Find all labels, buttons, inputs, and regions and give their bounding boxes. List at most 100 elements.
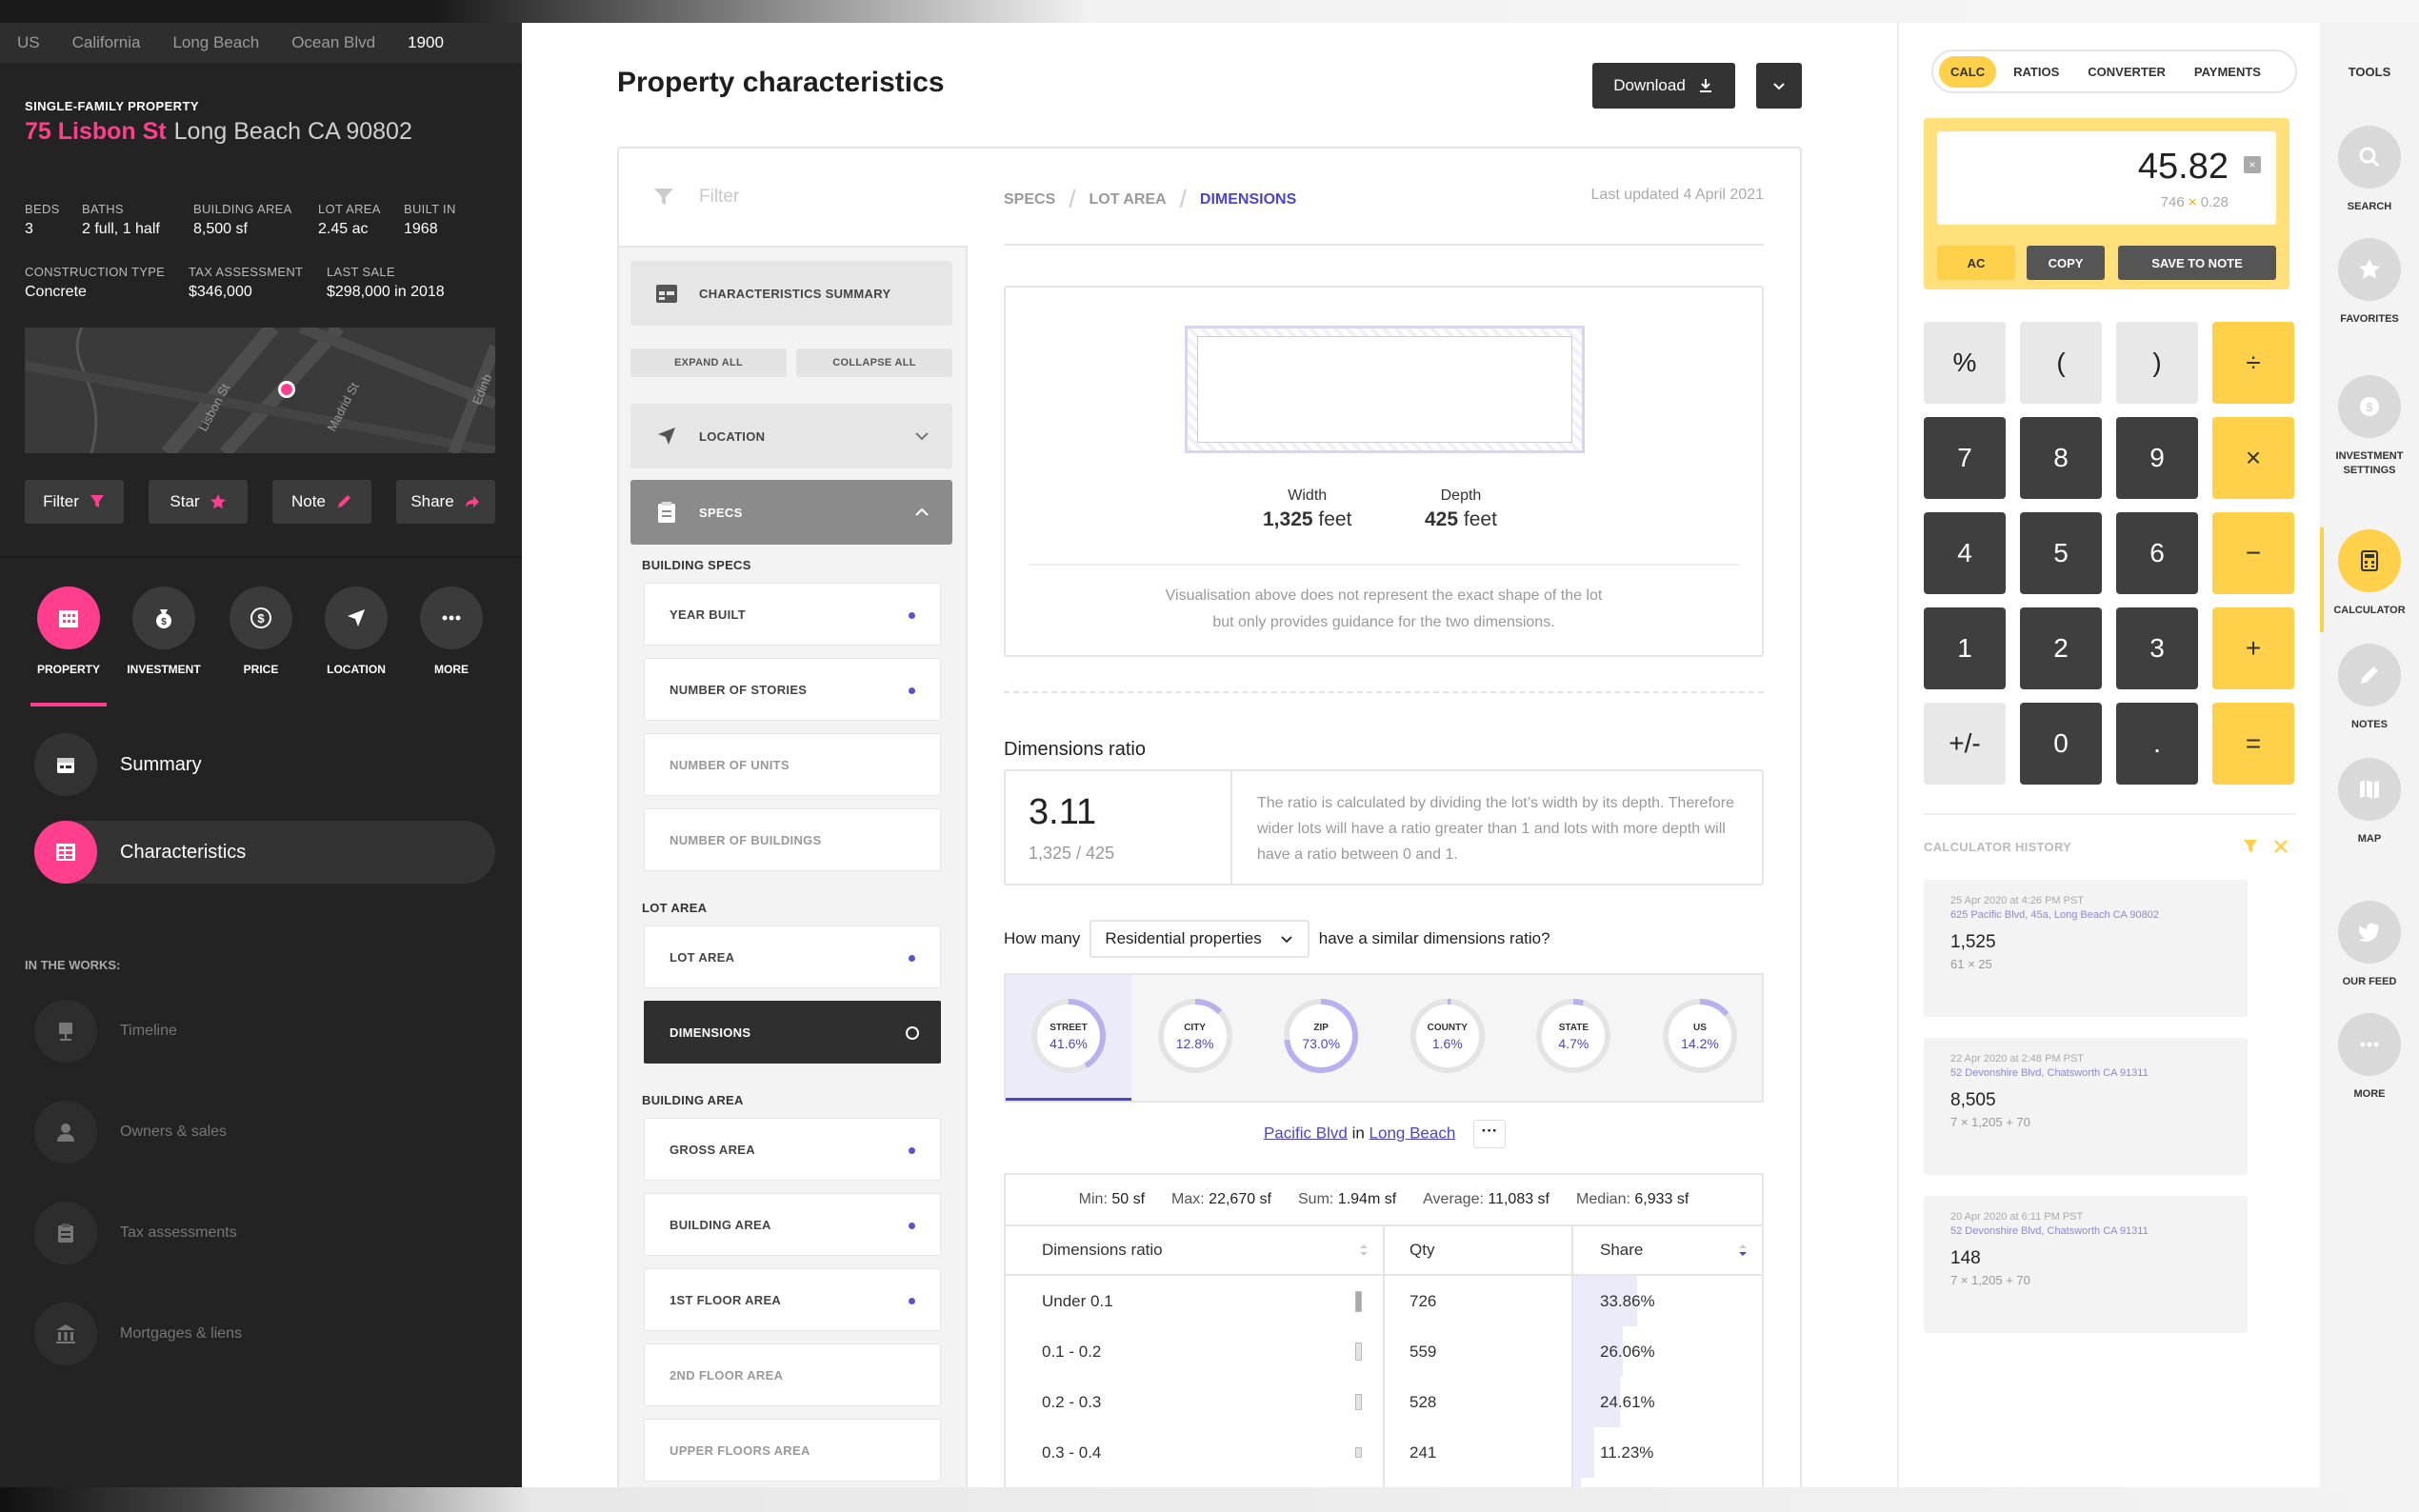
share-button[interactable]: Share [396, 480, 495, 524]
breadcrumb-city[interactable]: Long Beach [155, 33, 274, 52]
spec-2nd-floor-area[interactable]: 2ND FLOOR AREA [644, 1343, 941, 1406]
tool-label: CALCULATOR [2333, 605, 2406, 616]
spec-lot-area[interactable]: LOT AREA [644, 925, 941, 988]
area-city[interactable]: CITY 12.8% [1132, 975, 1258, 1101]
table-row[interactable]: 0.2 - 0.3 528 24.61% [1006, 1377, 1762, 1427]
breadcrumb-street[interactable]: Ocean Blvd [274, 33, 390, 52]
copy-button[interactable]: COPY [2027, 246, 2105, 280]
table-row[interactable]: 0.3 - 0.4 241 11.23% [1006, 1427, 1762, 1478]
collapse-all-button[interactable]: COLLAPSE ALL [796, 348, 952, 377]
tab-ratios[interactable]: RATIOS [2002, 56, 2070, 88]
key-8[interactable]: 8 [2020, 417, 2102, 499]
key-6[interactable]: 6 [2116, 512, 2198, 594]
tab-more[interactable]: MORE [404, 587, 499, 676]
area-state[interactable]: STATE 4.7% [1510, 975, 1636, 1101]
fact-last-sale: LAST SALE $298,000 in 2018 [327, 265, 445, 300]
filter-input[interactable]: Filter [619, 149, 968, 248]
location-section[interactable]: LOCATION [630, 404, 952, 468]
key-percent[interactable]: % [1924, 322, 2006, 404]
key-4[interactable]: 4 [1924, 512, 2006, 594]
area-street[interactable]: STREET 41.6% [1006, 975, 1131, 1101]
key-minus[interactable]: − [2212, 512, 2294, 594]
nav-summary[interactable]: Summary [34, 733, 202, 796]
expand-all-button[interactable]: EXPAND ALL [630, 348, 787, 377]
key-2[interactable]: 2 [2020, 607, 2102, 689]
save-to-note-button[interactable]: SAVE TO NOTE [2118, 246, 2276, 280]
tool-favorites[interactable]: FAVORITES [2320, 238, 2419, 327]
key-5[interactable]: 5 [2020, 512, 2102, 594]
table-row[interactable]: Under 0.1 726 33.86% [1006, 1276, 1762, 1326]
tool-investment-settings[interactable]: $ INVESTMENT SETTINGS [2320, 375, 2419, 478]
bottom-strip [0, 1487, 2419, 1512]
city-link[interactable]: Long Beach [1369, 1124, 1456, 1142]
area-county[interactable]: COUNTY 1.6% [1385, 975, 1510, 1101]
ac-button[interactable]: AC [1937, 246, 2015, 280]
spec-upper-floors-area[interactable]: UPPER FLOORS AREA [644, 1419, 941, 1482]
characteristics-summary-button[interactable]: CHARACTERISTICS SUMMARY [630, 261, 952, 326]
key-1[interactable]: 1 [1924, 607, 2006, 689]
key-open-paren[interactable]: ( [2020, 322, 2102, 404]
table-row[interactable]: 0.1 - 0.2 559 26.06% [1006, 1326, 1762, 1377]
download-options-button[interactable] [1756, 63, 1802, 109]
history-item[interactable]: 25 Apr 2020 at 4:26 PM PST 625 Pacific Bl… [1924, 880, 2248, 1017]
breadcrumb-state[interactable]: California [55, 33, 156, 52]
key-divide[interactable]: ÷ [2212, 322, 2294, 404]
star-button[interactable]: Star [149, 480, 248, 524]
property-map[interactable]: Lisbon St Madrid St Edinb [25, 328, 495, 453]
spec-building-area[interactable]: BUILDING AREA [644, 1193, 941, 1256]
note-button[interactable]: Note [272, 480, 371, 524]
area-us[interactable]: US 14.2% [1637, 975, 1763, 1101]
history-item[interactable]: 22 Apr 2020 at 2:48 PM PST 52 Devonshire … [1924, 1038, 2248, 1175]
column-header-ratio[interactable]: Dimensions ratio [1006, 1226, 1385, 1274]
spec-1st-floor-area[interactable]: 1ST FLOOR AREA [644, 1268, 941, 1331]
key-plus[interactable]: + [2212, 607, 2294, 689]
download-button[interactable]: Download [1592, 63, 1735, 109]
key-sign[interactable]: +/- [1924, 703, 2006, 785]
tool-calculator[interactable]: CALCULATOR [2320, 529, 2419, 618]
key-3[interactable]: 3 [2116, 607, 2198, 689]
tab-investment[interactable]: $ INVESTMENT [116, 587, 211, 676]
key-equals[interactable]: = [2212, 703, 2294, 785]
key-close-paren[interactable]: ) [2116, 322, 2198, 404]
close-icon[interactable] [2272, 838, 2289, 855]
column-header-share[interactable]: Share [1573, 1226, 1762, 1274]
tool-more[interactable]: MORE [2320, 1013, 2419, 1102]
tool-our-feed[interactable]: OUR FEED [2320, 901, 2419, 989]
spec-gross-area[interactable]: GROSS AREA [644, 1118, 941, 1181]
key-decimal[interactable]: . [2116, 703, 2198, 785]
key-7[interactable]: 7 [1924, 417, 2006, 499]
tab-property[interactable]: PROPERTY [21, 587, 116, 676]
map-pin-icon[interactable] [278, 381, 295, 398]
tab-payments[interactable]: PAYMENTS [2183, 56, 2272, 88]
street-link[interactable]: Pacific Blvd [1264, 1124, 1348, 1142]
key-9[interactable]: 9 [2116, 417, 2198, 499]
crumb-lot-area[interactable]: LOT AREA [1089, 191, 1166, 209]
spec-number-of-units[interactable]: NUMBER OF UNITS [644, 733, 941, 796]
property-type-select[interactable]: Residential properties [1090, 920, 1309, 958]
tool-search[interactable]: SEARCH [2320, 126, 2419, 214]
area-zip[interactable]: ZIP 73.0% [1258, 975, 1384, 1101]
spec-number-of-buildings[interactable]: NUMBER OF BUILDINGS [644, 808, 941, 871]
more-options-button[interactable]: ··· [1473, 1120, 1507, 1148]
key-0[interactable]: 0 [2020, 703, 2102, 785]
filter-icon[interactable] [2242, 838, 2259, 855]
crumb-specs[interactable]: SPECS [1004, 191, 1055, 209]
key-multiply[interactable]: × [2212, 417, 2294, 499]
history-item[interactable]: 20 Apr 2020 at 6:11 PM PST 52 Devonshire … [1924, 1196, 2248, 1333]
table-header: Dimensions ratio Qty Share [1006, 1226, 1762, 1276]
spec-dimensions[interactable]: DIMENSIONS [644, 1001, 941, 1064]
filter-button[interactable]: Filter [25, 480, 124, 524]
tab-calc[interactable]: CALC [1939, 55, 1997, 88]
clear-entry-icon[interactable]: × [2244, 156, 2261, 173]
tool-notes[interactable]: NOTES [2320, 644, 2419, 732]
breadcrumb-us[interactable]: US [0, 33, 55, 52]
tab-location[interactable]: LOCATION [309, 587, 404, 676]
tool-map[interactable]: MAP [2320, 758, 2419, 846]
spec-year-built[interactable]: YEAR BUILT [644, 583, 941, 646]
spec-number-of-stories[interactable]: NUMBER OF STORIES [644, 658, 941, 721]
tab-converter[interactable]: CONVERTER [2076, 56, 2177, 88]
column-header-qty[interactable]: Qty [1385, 1226, 1573, 1274]
specs-section[interactable]: SPECS [630, 480, 952, 545]
nav-characteristics[interactable]: Characteristics [34, 821, 495, 884]
tab-price[interactable]: $ PRICE [213, 587, 309, 676]
